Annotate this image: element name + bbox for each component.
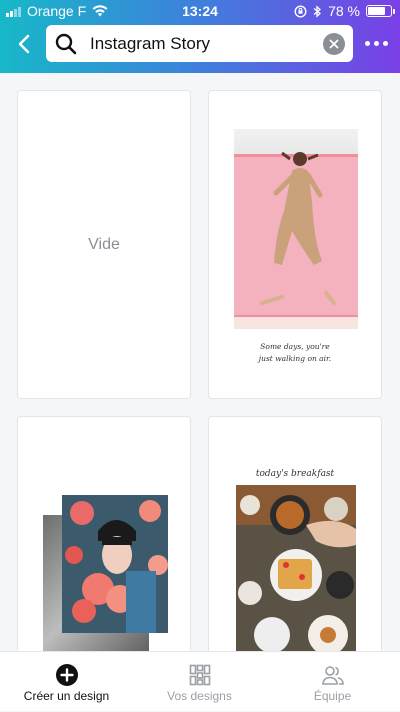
tab-your-designs[interactable]: Vos designs: [133, 652, 266, 712]
more-dot-icon: [365, 40, 370, 46]
template-caption: Some days, you're just walking on air.: [209, 341, 381, 365]
battery-percent: 78 %: [328, 3, 360, 19]
bluetooth-icon: [313, 4, 322, 18]
tab-label: Créer un design: [23, 689, 110, 703]
search-icon: [54, 32, 82, 56]
tab-team[interactable]: Équipe: [266, 652, 399, 712]
caption-line-2: just walking on air.: [258, 354, 332, 363]
status-right: 78 %: [294, 3, 395, 19]
template-title: today's breakfast: [255, 469, 335, 479]
tab-label: Vos designs: [167, 689, 232, 703]
plus-circle-icon: [55, 664, 78, 686]
back-button[interactable]: [10, 28, 38, 60]
tab-label: Équipe: [313, 689, 352, 703]
template-grid: Vide Some days, you're just walking on a…: [0, 73, 400, 651]
chevron-left-icon: [18, 34, 30, 54]
empty-template-label: Vide: [88, 235, 120, 253]
clear-search-button[interactable]: [323, 32, 345, 55]
team-icon: [321, 666, 344, 685]
battery-icon: [366, 5, 395, 17]
search-input[interactable]: [90, 33, 323, 54]
bottom-nav: Créer un design Vos designs Équipe: [0, 651, 400, 711]
template-photo-walking-woman: [234, 129, 358, 329]
designs-grid-icon: [189, 664, 210, 686]
more-options-button[interactable]: [365, 32, 388, 54]
tab-create-design[interactable]: Créer un design: [0, 652, 133, 712]
top-header: Orange F 13:24 78 %: [0, 0, 400, 73]
rotation-lock-icon: [294, 4, 307, 18]
status-bar: Orange F 13:24 78 %: [0, 0, 400, 22]
caption-line-1: Some days, you're: [260, 342, 330, 351]
template-photo-breakfast-table: [236, 485, 356, 651]
more-dot-icon: [374, 40, 379, 46]
template-card-empty[interactable]: Vide: [17, 90, 191, 399]
template-card-flowers[interactable]: [17, 416, 191, 651]
close-icon: [329, 39, 339, 48]
template-card-walking[interactable]: Some days, you're just walking on air.: [208, 90, 382, 399]
more-dot-icon: [383, 40, 388, 46]
search-bar[interactable]: [46, 25, 353, 62]
template-card-breakfast[interactable]: today's breakfast: [208, 416, 382, 651]
template-photo-flowers-portrait: [62, 495, 168, 633]
